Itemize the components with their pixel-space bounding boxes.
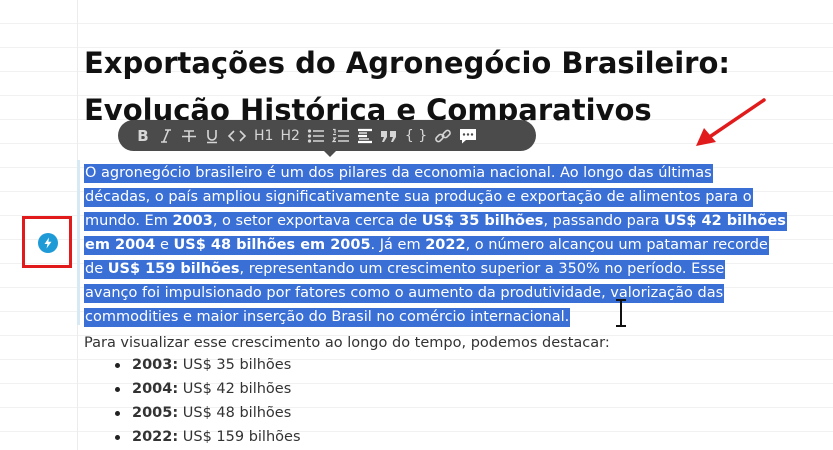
underline-icon[interactable] xyxy=(204,120,220,151)
bold-text: em 2004 xyxy=(85,237,156,253)
link-icon[interactable] xyxy=(434,120,452,151)
bold-text: US$ 159 bilhões xyxy=(107,261,240,277)
list-item[interactable]: 2005: US$ 48 bilhões xyxy=(112,401,301,425)
code-block-icon[interactable]: { } xyxy=(405,120,427,151)
annotation-arrow xyxy=(696,98,766,146)
bold-text: 2022 xyxy=(425,237,466,253)
bold-text: 2003 xyxy=(172,213,213,229)
paragraph-line: mundo. Em 2003, o setor exportava cerca … xyxy=(84,212,787,231)
intro-paragraph[interactable]: Para visualizar esse crescimento ao long… xyxy=(84,331,610,355)
ai-actions-lightning-button[interactable] xyxy=(38,233,58,253)
text-cursor-icon xyxy=(616,299,626,327)
quote-icon[interactable] xyxy=(380,120,398,151)
lightning-icon xyxy=(44,237,52,249)
block-selection-indicator xyxy=(77,160,80,325)
paragraph-line: commodities e maior inserção do Brasil n… xyxy=(84,308,571,327)
selected-paragraph[interactable]: O agronegócio brasileiro é um dos pilare… xyxy=(84,161,787,329)
paragraph-line: O agronegócio brasileiro é um dos pilare… xyxy=(84,164,713,183)
bold-icon[interactable]: B xyxy=(135,120,151,151)
export-list: 2003: US$ 35 bilhões 2004: US$ 42 bilhõe… xyxy=(112,353,301,449)
heading2-icon[interactable]: H2 xyxy=(280,120,299,151)
numbered-list-icon[interactable] xyxy=(331,120,350,151)
title-line-1: Exportações do Agronegócio Brasileiro: xyxy=(84,46,730,80)
paragraph-line: décadas, o país ampliou significativamen… xyxy=(84,188,753,207)
bold-text: US$ 42 bilhões xyxy=(664,213,786,229)
bold-text: US$ 48 bilhões em 2005 xyxy=(173,237,371,253)
formatting-toolbar: B H1 H2 { } xyxy=(118,120,536,157)
paragraph-line: em 2004 e US$ 48 bilhões em 2005. Já em … xyxy=(84,236,769,255)
list-item[interactable]: 2004: US$ 42 bilhões xyxy=(112,377,301,401)
paragraph-line: avanço foi impulsionado por fatores como… xyxy=(84,284,725,303)
bold-text: US$ 35 bilhões xyxy=(421,213,544,229)
list-item[interactable]: 2022: US$ 159 bilhões xyxy=(112,425,301,449)
code-icon[interactable] xyxy=(227,120,247,151)
italic-icon[interactable] xyxy=(158,120,174,151)
paragraph-line: de US$ 159 bilhões, representando um cre… xyxy=(84,260,726,279)
strikethrough-icon[interactable] xyxy=(181,120,197,151)
heading1-icon[interactable]: H1 xyxy=(254,120,273,151)
list-item[interactable]: 2003: US$ 35 bilhões xyxy=(112,353,301,377)
comment-icon[interactable] xyxy=(459,120,477,151)
bulleted-list-icon[interactable] xyxy=(307,120,325,151)
checklist-icon[interactable] xyxy=(357,120,373,151)
